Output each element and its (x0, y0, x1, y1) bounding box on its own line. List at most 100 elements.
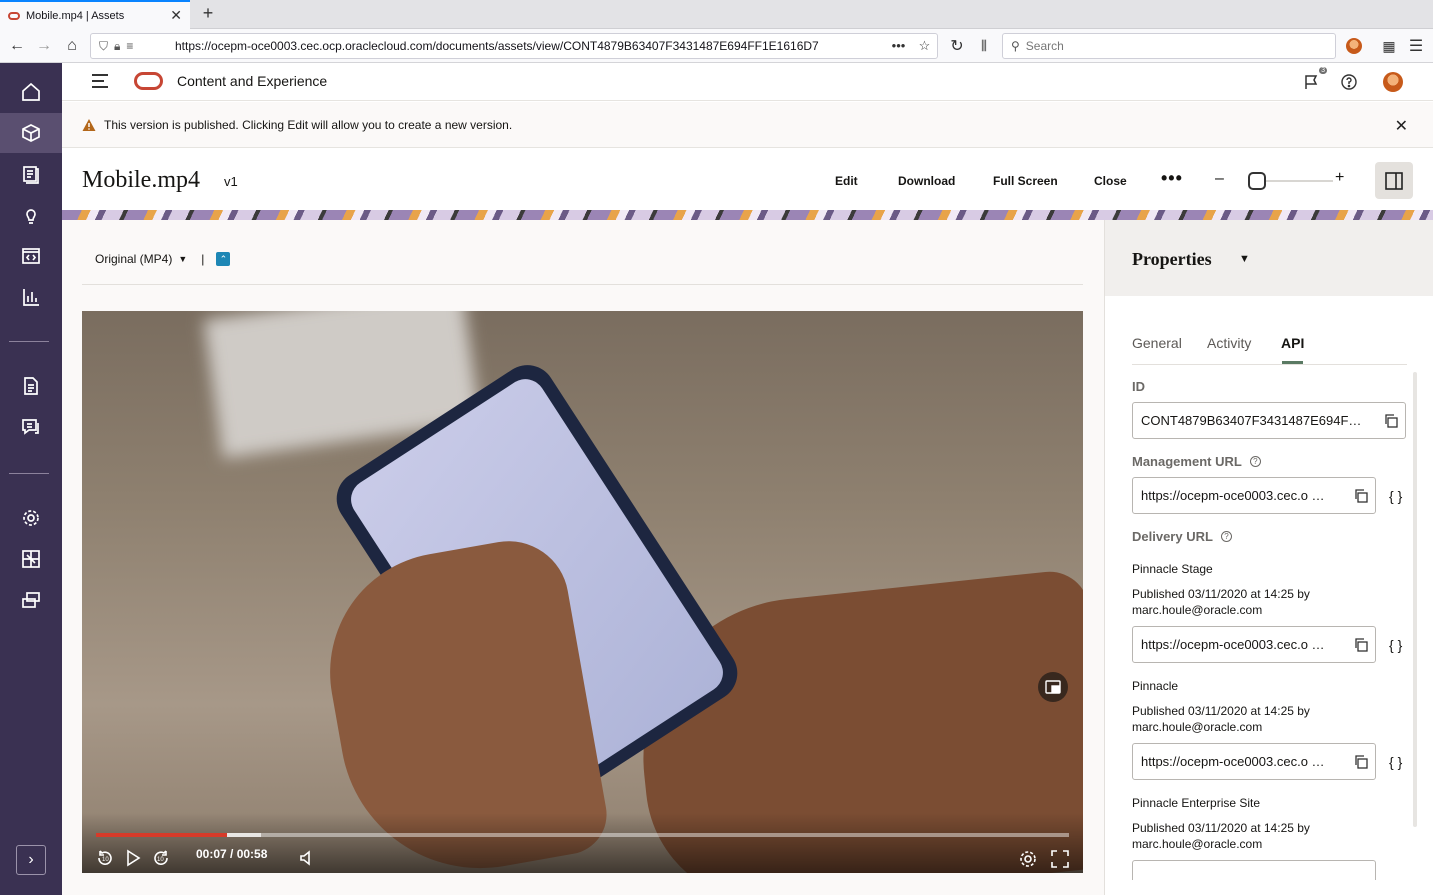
home-icon (22, 82, 40, 101)
app-title: Content and Experience (177, 73, 328, 89)
json-braces-button[interactable]: { } (1389, 754, 1402, 770)
shield-icon[interactable]: ⛉ (99, 39, 108, 54)
close-button[interactable]: Close (1094, 174, 1127, 188)
rail-content[interactable] (0, 154, 62, 194)
delivery-url-value[interactable]: https://ocepm-oce0003.cec.o … (1141, 754, 1347, 769)
rail-conversations[interactable] (0, 407, 62, 447)
id-field[interactable]: CONT4879B63407F3431487E694F… (1132, 402, 1406, 439)
expand-rail-button[interactable]: › (16, 845, 46, 875)
zoom-slider-track[interactable] (1257, 180, 1333, 182)
close-banner-icon[interactable]: ✕ (1395, 116, 1408, 136)
browser-nav-bar: ← → ⌂ ⛉ 🔒︎ ≡ https://ocepm-oce0003.cec.o… (0, 29, 1433, 63)
video-player[interactable]: 10 10 00:07 / 00:58 (82, 311, 1083, 873)
fullscreen-icon[interactable] (1048, 847, 1072, 871)
browser-tab[interactable]: Mobile.mp4 | Assets ✕ (0, 0, 190, 29)
json-braces-button[interactable]: { } (1389, 637, 1402, 653)
rail-assets[interactable] (0, 113, 62, 153)
expand-rendition-icon[interactable]: ⌃ (216, 252, 231, 266)
tab-activity[interactable]: Activity (1207, 335, 1251, 351)
user-avatar[interactable] (1382, 71, 1404, 93)
tab-api[interactable]: API (1281, 335, 1304, 351)
forward-icon[interactable]: → (33, 35, 55, 57)
library-icon[interactable]: ⫼ (973, 35, 995, 57)
rail-developer[interactable] (0, 236, 62, 276)
extensions-icon[interactable]: ▦ (1378, 35, 1400, 57)
browser-tab-bar: Mobile.mp4 | Assets ✕ + (0, 0, 1433, 29)
delivery-url-field[interactable] (1132, 860, 1376, 880)
edit-button[interactable]: Edit (835, 174, 858, 188)
extension-avatar-icon[interactable] (1343, 35, 1365, 57)
rail-system[interactable] (0, 580, 62, 620)
channel-published-by: marc.houle@oracle.com (1132, 603, 1263, 617)
help-icon[interactable]: ? (1220, 531, 1232, 542)
video-controls: 10 10 00:07 / 00:58 (82, 813, 1083, 873)
toggle-side-panel-button[interactable] (1375, 162, 1413, 199)
url-bar[interactable]: ⛉ 🔒︎ ≡ https://ocepm-oce0003.cec.ocp.ora… (90, 33, 938, 59)
delivery-url-label: Delivery URL? (1132, 529, 1232, 544)
rail-integrations[interactable] (0, 539, 62, 579)
delivery-url-field[interactable]: https://ocepm-oce0003.cec.o … (1132, 743, 1376, 780)
lock-icon[interactable]: 🔒︎ (114, 39, 120, 54)
zoom-in-button[interactable]: + (1335, 169, 1344, 187)
id-value[interactable]: CONT4879B63407F3431487E694F… (1141, 413, 1377, 428)
picture-in-picture-icon[interactable] (1038, 672, 1068, 702)
channel-published-by: marc.houle@oracle.com (1132, 837, 1263, 851)
rail-documents[interactable] (0, 366, 62, 406)
page-actions-icon[interactable]: ••• (892, 38, 906, 54)
play-icon[interactable] (122, 847, 144, 869)
notifications-flag-icon[interactable]: 3 (1300, 67, 1327, 93)
management-url-value[interactable]: https://ocepm-oce0003.cec.o … (1141, 488, 1347, 503)
reload-icon[interactable]: ↻ (946, 35, 968, 57)
bookmark-star-icon[interactable]: ☆ (919, 38, 931, 54)
zoom-out-button[interactable]: – (1215, 170, 1224, 188)
analytics-chart-icon (23, 289, 39, 306)
tab-general[interactable]: General (1132, 335, 1182, 351)
id-label: ID (1132, 379, 1145, 394)
full-screen-button[interactable]: Full Screen (993, 174, 1058, 188)
properties-dropdown-icon[interactable]: ▼ (1239, 253, 1250, 265)
delivery-url-field[interactable]: https://ocepm-oce0003.cec.o … (1132, 626, 1376, 663)
copy-icon[interactable] (1347, 488, 1375, 503)
settings-gear-icon[interactable] (1016, 847, 1040, 871)
browser-menu-icon[interactable]: ☰ (1405, 35, 1427, 57)
properties-scrollbar[interactable] (1413, 372, 1417, 827)
copy-icon[interactable] (1347, 754, 1375, 769)
json-braces-button[interactable]: { } (1389, 488, 1402, 504)
rail-settings[interactable] (0, 498, 62, 538)
channel-name: Pinnacle (1132, 679, 1179, 693)
asset-name: Mobile.mp4 (82, 167, 200, 193)
rendition-selected[interactable]: Original (MP4) (95, 252, 172, 266)
hamburger-menu-icon[interactable] (92, 74, 108, 88)
home-icon[interactable]: ⌂ (61, 35, 83, 57)
back-icon[interactable]: ← (6, 35, 28, 57)
zoom-slider-handle[interactable] (1248, 172, 1266, 190)
url-text[interactable]: https://ocepm-oce0003.cec.ocp.oracleclou… (175, 39, 885, 53)
new-tab-icon[interactable]: + (198, 3, 218, 24)
video-progress-bar[interactable] (96, 833, 1069, 837)
rendition-selector[interactable]: Original (MP4) ▼ | ⌃ (95, 252, 231, 266)
rail-ideas[interactable] (0, 195, 62, 235)
oracle-logo (134, 72, 163, 90)
more-actions-button[interactable]: ••• (1161, 168, 1183, 189)
asset-version[interactable]: v1 (224, 174, 238, 189)
properties-panel: Properties ▼ General Activity API ID CON… (1104, 220, 1433, 895)
rail-analytics[interactable] (0, 277, 62, 317)
download-button[interactable]: Download (898, 174, 955, 188)
copy-icon[interactable] (1377, 413, 1405, 428)
help-icon[interactable] (1338, 71, 1360, 93)
rewind-10-icon[interactable]: 10 (94, 847, 116, 869)
chevron-down-icon[interactable]: ▼ (178, 254, 187, 264)
version-banner: This version is published. Clicking Edit… (62, 102, 1433, 148)
help-icon[interactable]: ? (1249, 456, 1261, 467)
delivery-url-value[interactable]: https://ocepm-oce0003.cec.o … (1141, 637, 1347, 652)
management-url-field[interactable]: https://ocepm-oce0003.cec.o … (1132, 477, 1376, 514)
content-icon (23, 166, 39, 184)
cube-icon (22, 124, 40, 142)
copy-icon[interactable] (1347, 637, 1375, 652)
volume-icon[interactable] (296, 847, 318, 869)
close-tab-icon[interactable]: ✕ (170, 7, 182, 24)
browser-search-input[interactable]: ⚲ Search (1002, 33, 1336, 59)
rail-home[interactable] (0, 72, 62, 112)
permissions-icon[interactable]: ≡ (126, 39, 133, 53)
forward-10-icon[interactable]: 10 (150, 847, 172, 869)
